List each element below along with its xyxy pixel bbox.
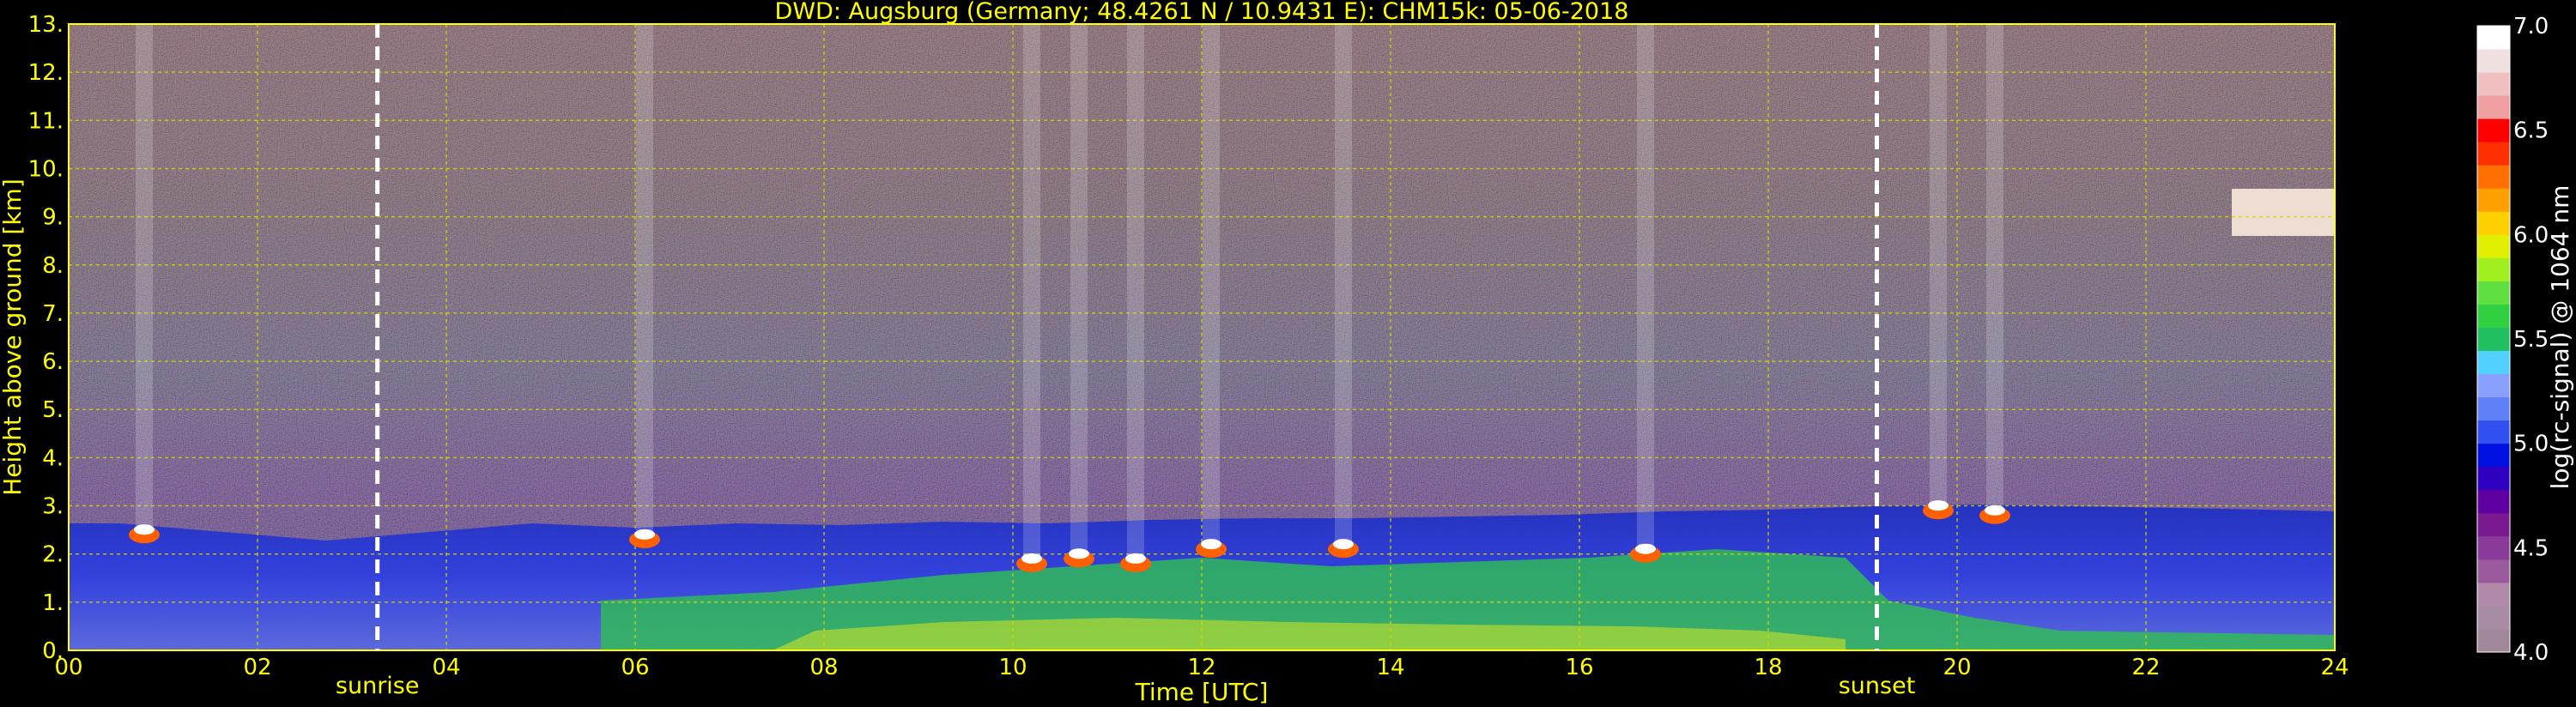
y-tick-label: 8. bbox=[42, 253, 64, 279]
x-tick-label: 14 bbox=[1376, 655, 1404, 680]
colorbar-tick-label: 5.0 bbox=[2513, 432, 2549, 457]
colorbar-swatch bbox=[2477, 605, 2510, 630]
colorbar-swatch bbox=[2477, 373, 2510, 398]
precipitation-streak bbox=[1986, 24, 2003, 516]
y-tick-label: 11. bbox=[28, 108, 64, 134]
colorbar-swatch bbox=[2477, 535, 2510, 560]
cloud-core bbox=[1985, 505, 2005, 516]
colorbar-swatch bbox=[2477, 304, 2510, 328]
y-tick-label: 13. bbox=[28, 12, 64, 38]
colorbar-swatch bbox=[2477, 188, 2510, 212]
x-tick-label: 16 bbox=[1565, 655, 1593, 680]
y-tick-label: 10. bbox=[28, 156, 64, 182]
cloud-core bbox=[634, 529, 655, 540]
colorbar-swatch bbox=[2477, 327, 2510, 352]
y-tick-label: 4. bbox=[42, 445, 64, 471]
colorbar-swatch bbox=[2477, 165, 2510, 189]
colorbar-swatch bbox=[2477, 559, 2510, 583]
precipitation-streak bbox=[1637, 24, 1654, 554]
colorbar-swatch bbox=[2477, 396, 2510, 421]
colorbar-tick-label: 5.5 bbox=[2513, 327, 2549, 353]
precipitation-streak bbox=[1203, 24, 1220, 550]
colorbar-swatch bbox=[2477, 443, 2510, 468]
y-tick-label: 3. bbox=[42, 494, 64, 520]
x-tick-label: 24 bbox=[2320, 655, 2349, 680]
y-tick-label: 6. bbox=[42, 349, 64, 375]
colorbar-swatch bbox=[2477, 142, 2510, 166]
colorbar-swatch bbox=[2477, 26, 2510, 50]
cloud-core bbox=[1928, 500, 1949, 511]
colorbar-swatch bbox=[2477, 466, 2510, 491]
colorbar-swatch bbox=[2477, 234, 2510, 258]
colorbar-swatch bbox=[2477, 512, 2510, 537]
colorbar-swatch bbox=[2477, 95, 2510, 119]
x-tick-label: 08 bbox=[809, 655, 838, 680]
colorbar-label: log(rc-signal) @ 1064 nm bbox=[2546, 185, 2574, 490]
chart-title: DWD: Augsburg (Germany; 48.4261 N / 10.9… bbox=[775, 0, 1629, 25]
colorbar-swatch bbox=[2477, 49, 2510, 73]
colorbar-tick-labels: 4.0 4.5 5.0 5.5 6.0 6.5 7.0 bbox=[2513, 14, 2549, 666]
colorbar-swatch bbox=[2477, 628, 2510, 653]
colorbar-swatch bbox=[2477, 489, 2510, 514]
x-tick-label: 10 bbox=[998, 655, 1027, 680]
cloud-core bbox=[1021, 553, 1042, 564]
colorbar-tick-label: 6.0 bbox=[2513, 222, 2549, 248]
x-tick-label: 22 bbox=[2131, 655, 2160, 680]
x-tick-label: 18 bbox=[1754, 655, 1782, 680]
colorbar-swatch bbox=[2477, 281, 2510, 305]
colorbar-tick-label: 4.5 bbox=[2513, 535, 2549, 561]
precipitation-streak bbox=[636, 24, 653, 540]
y-tick-labels: 0. 1. 2. 3. 4. 5. 6. 7. 8. 9. 10. 11. 12. 13. bbox=[28, 12, 64, 664]
y-tick-label: 12. bbox=[28, 60, 64, 86]
precipitation-streak bbox=[1127, 24, 1144, 564]
ceilometer-chart: sunrise sunset 00 02 04 06 08 10 12 14 16 18 20 22 24… bbox=[0, 0, 2574, 706]
colorbar-swatch bbox=[2477, 350, 2510, 375]
cloud-core bbox=[1069, 548, 1089, 559]
y-tick-label: 5. bbox=[42, 397, 64, 423]
x-axis-label: Time [UTC] bbox=[1135, 678, 1269, 706]
colorbar-swatch bbox=[2477, 211, 2510, 235]
y-tick-label: 0. bbox=[42, 638, 64, 664]
colorbar-swatch bbox=[2477, 118, 2510, 142]
precipitation-streak bbox=[1070, 24, 1088, 559]
precipitation-streak bbox=[1930, 24, 1947, 511]
sun-marker-label: sunrise bbox=[336, 673, 420, 699]
colorbar-swatch bbox=[2477, 257, 2510, 281]
x-tick-label: 06 bbox=[621, 655, 649, 680]
precipitation-streak bbox=[1335, 24, 1352, 550]
cloud-core bbox=[1635, 543, 1656, 554]
colorbar-swatch bbox=[2477, 582, 2510, 607]
y-tick-label: 9. bbox=[42, 205, 64, 231]
y-tick-label: 1. bbox=[42, 590, 64, 616]
cloud-core bbox=[1125, 553, 1146, 564]
cloud-core bbox=[1333, 539, 1354, 550]
x-tick-label: 04 bbox=[432, 655, 460, 680]
y-tick-label: 2. bbox=[42, 542, 64, 568]
colorbar bbox=[2476, 25, 2511, 653]
colorbar-tick-label: 4.0 bbox=[2513, 640, 2549, 666]
colorbar-swatch bbox=[2477, 420, 2510, 444]
x-tick-label: 20 bbox=[1943, 655, 1971, 680]
y-tick-label: 7. bbox=[42, 301, 64, 327]
cloud-core bbox=[134, 524, 155, 535]
sun-marker-label: sunset bbox=[1839, 673, 1916, 699]
colorbar-tick-label: 6.5 bbox=[2513, 118, 2549, 144]
y-axis-label: Height above ground [km] bbox=[0, 178, 27, 496]
colorbar-tick-label: 7.0 bbox=[2513, 14, 2549, 39]
precipitation-streak bbox=[1023, 24, 1040, 564]
cloud-core bbox=[1201, 539, 1221, 550]
precipitation-streak bbox=[136, 24, 153, 535]
cirrus-cloud bbox=[2232, 189, 2335, 236]
colorbar-swatch bbox=[2477, 72, 2510, 96]
x-tick-label: 02 bbox=[243, 655, 271, 680]
x-tick-label: 12 bbox=[1187, 655, 1215, 680]
